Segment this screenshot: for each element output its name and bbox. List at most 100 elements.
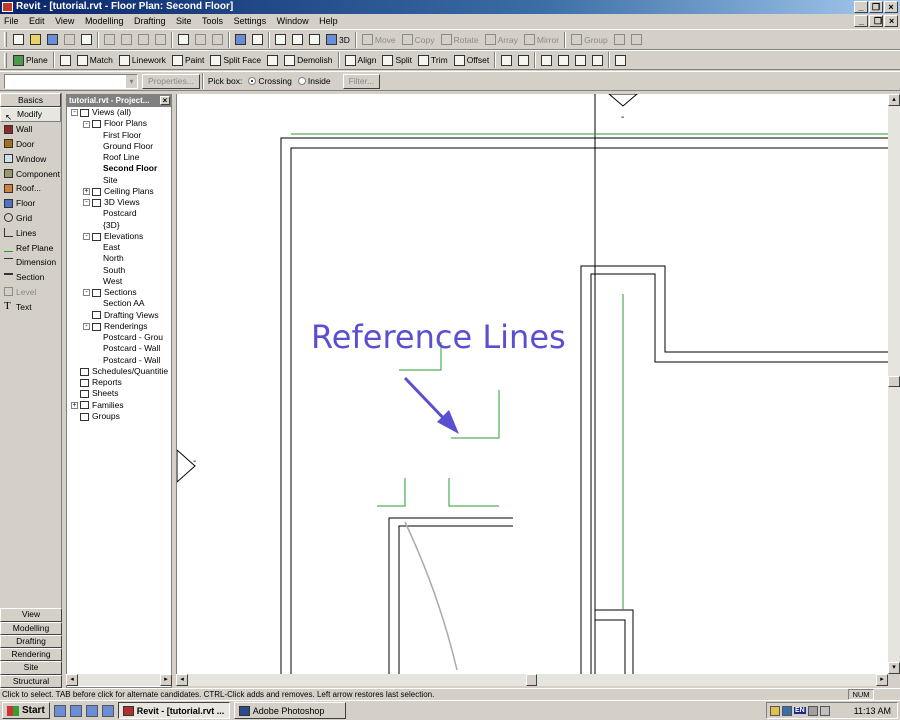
demolish-button[interactable]: Demolish bbox=[281, 52, 335, 68]
drawing-vscrollbar[interactable]: ▴ ▾ bbox=[888, 94, 900, 674]
doc-close-button[interactable]: × bbox=[884, 15, 898, 27]
split-face-button[interactable]: Split Face bbox=[207, 52, 264, 68]
tree-item[interactable]: - Elevations bbox=[67, 231, 171, 242]
tree-item[interactable]: West bbox=[67, 276, 171, 287]
tree-item[interactable]: First Floor bbox=[67, 130, 171, 141]
tree-item[interactable]: Ground Floor bbox=[67, 141, 171, 152]
match-button[interactable]: Match bbox=[74, 52, 116, 68]
tray-app-icon[interactable] bbox=[807, 705, 818, 716]
menu-settings[interactable]: Settings bbox=[230, 14, 271, 28]
tree-item[interactable]: Schedules/Quantitie bbox=[67, 366, 171, 377]
design-item-floor[interactable]: Floor bbox=[0, 196, 61, 211]
tab-structural[interactable]: Structural bbox=[0, 674, 62, 688]
tab-view[interactable]: View bbox=[0, 608, 62, 622]
tree-item[interactable]: - Floor Plans bbox=[67, 118, 171, 129]
group-button[interactable]: Group bbox=[568, 32, 611, 48]
menu-file[interactable]: File bbox=[0, 14, 23, 28]
tree-item[interactable]: - Renderings bbox=[67, 321, 171, 332]
collapse-icon[interactable]: - bbox=[83, 120, 90, 128]
trim-button[interactable]: Trim bbox=[415, 52, 451, 68]
tree-item[interactable]: North bbox=[67, 253, 171, 264]
workplane-button[interactable] bbox=[57, 52, 74, 68]
language-indicator[interactable]: EN bbox=[794, 707, 806, 714]
tab-site[interactable]: Site bbox=[0, 661, 62, 675]
tree-item[interactable]: Postcard - Grou bbox=[67, 332, 171, 343]
tray-icon[interactable] bbox=[770, 705, 780, 716]
menu-tools[interactable]: Tools bbox=[198, 14, 227, 28]
menu-modelling[interactable]: Modelling bbox=[81, 14, 128, 28]
tree-item[interactable]: {3D} bbox=[67, 220, 171, 231]
scroll-up-icon[interactable]: ▴ bbox=[888, 94, 900, 106]
tree-item[interactable]: Postcard bbox=[67, 208, 171, 219]
zoom-button[interactable] bbox=[289, 32, 306, 48]
tree-item[interactable]: Section AA bbox=[67, 298, 171, 309]
type-selector[interactable] bbox=[4, 73, 138, 89]
thin-lines-button[interactable] bbox=[232, 32, 249, 48]
scroll-left-icon[interactable]: ◂ bbox=[176, 674, 188, 686]
quicklaunch-desktop-icon[interactable] bbox=[101, 704, 114, 717]
design-item-section[interactable]: Section bbox=[0, 270, 61, 285]
tree-item[interactable]: East bbox=[67, 242, 171, 253]
copy-monitor-button[interactable] bbox=[555, 52, 572, 68]
menu-drafting[interactable]: Drafting bbox=[130, 14, 170, 28]
quicklaunch-outlook-icon[interactable] bbox=[85, 704, 98, 717]
revit-app-icon[interactable] bbox=[2, 2, 13, 12]
quicklaunch-ie-icon[interactable] bbox=[69, 704, 82, 717]
drawing-hscrollbar[interactable]: ◂ ▸ bbox=[176, 674, 888, 686]
task-revit[interactable]: Revit - [tutorial.rvt ... bbox=[117, 702, 230, 719]
new-button[interactable] bbox=[10, 32, 27, 48]
close-icon[interactable]: × bbox=[160, 96, 170, 105]
menu-window[interactable]: Window bbox=[273, 14, 313, 28]
tree-item[interactable]: Roof Line bbox=[67, 152, 171, 163]
save-button[interactable] bbox=[44, 32, 61, 48]
drawing-area[interactable]: - - Reference Lines bbox=[176, 94, 888, 674]
tab-modelling[interactable]: Modelling bbox=[0, 621, 62, 635]
menu-edit[interactable]: Edit bbox=[25, 14, 49, 28]
tree-item[interactable]: Reports bbox=[67, 377, 171, 388]
view-3d-button[interactable]: 3D bbox=[323, 32, 353, 48]
network-icon[interactable] bbox=[782, 705, 792, 716]
paint-button[interactable]: Paint bbox=[169, 52, 207, 68]
tree-item[interactable]: Sheets bbox=[67, 388, 171, 399]
wall-join-button[interactable] bbox=[264, 52, 281, 68]
design-item-lines[interactable]: Lines bbox=[0, 225, 61, 240]
delete-button[interactable] bbox=[152, 32, 169, 48]
tree-item[interactable]: + Ceiling Plans bbox=[67, 186, 171, 197]
array-button[interactable]: Array bbox=[482, 32, 521, 48]
design-item-dimension[interactable]: Dimension bbox=[0, 255, 61, 270]
design-item-roof[interactable]: Roof... bbox=[0, 181, 61, 196]
menu-site[interactable]: Site bbox=[172, 14, 196, 28]
doc-restore-button[interactable]: ❐ bbox=[869, 15, 883, 27]
review-button[interactable] bbox=[589, 52, 606, 68]
copy-button[interactable] bbox=[118, 32, 135, 48]
cut-button[interactable] bbox=[101, 32, 118, 48]
design-item-component[interactable]: Component bbox=[0, 166, 61, 181]
whats-this-button[interactable] bbox=[249, 32, 266, 48]
open-button[interactable] bbox=[27, 32, 44, 48]
design-item-wall[interactable]: Wall bbox=[0, 122, 61, 137]
filter-button[interactable]: Filter... bbox=[342, 73, 381, 89]
scroll-right-icon[interactable]: ▸ bbox=[876, 674, 888, 686]
align-button[interactable]: Align bbox=[342, 52, 380, 68]
elevation-marker-top[interactable] bbox=[608, 94, 638, 107]
tree-item[interactable]: Second Floor bbox=[67, 163, 171, 174]
tree-item[interactable]: Groups bbox=[67, 411, 171, 422]
menu-view[interactable]: View bbox=[51, 14, 78, 28]
unlock-button[interactable] bbox=[628, 32, 645, 48]
split-button[interactable]: Split bbox=[379, 52, 415, 68]
design-item-ref-plane[interactable]: Ref Plane bbox=[0, 240, 61, 255]
inside-radio[interactable] bbox=[297, 77, 306, 85]
tree-item[interactable]: Site bbox=[67, 175, 171, 186]
download-button[interactable] bbox=[209, 32, 226, 48]
quicklaunch-explorer-icon[interactable] bbox=[53, 704, 66, 717]
tree-item[interactable]: South bbox=[67, 265, 171, 276]
collapse-icon[interactable]: - bbox=[83, 199, 90, 207]
close-button[interactable]: × bbox=[884, 1, 898, 13]
tree-item[interactable]: - Sections bbox=[67, 287, 171, 298]
tree-item[interactable]: - Views (all) bbox=[67, 107, 171, 118]
rotate-button[interactable]: Rotate bbox=[438, 32, 482, 48]
offset-button[interactable]: Offset bbox=[451, 52, 493, 68]
dynamic-view-button[interactable] bbox=[272, 32, 289, 48]
hscroll-thumb[interactable] bbox=[526, 674, 537, 686]
crossing-radio[interactable] bbox=[248, 77, 257, 85]
